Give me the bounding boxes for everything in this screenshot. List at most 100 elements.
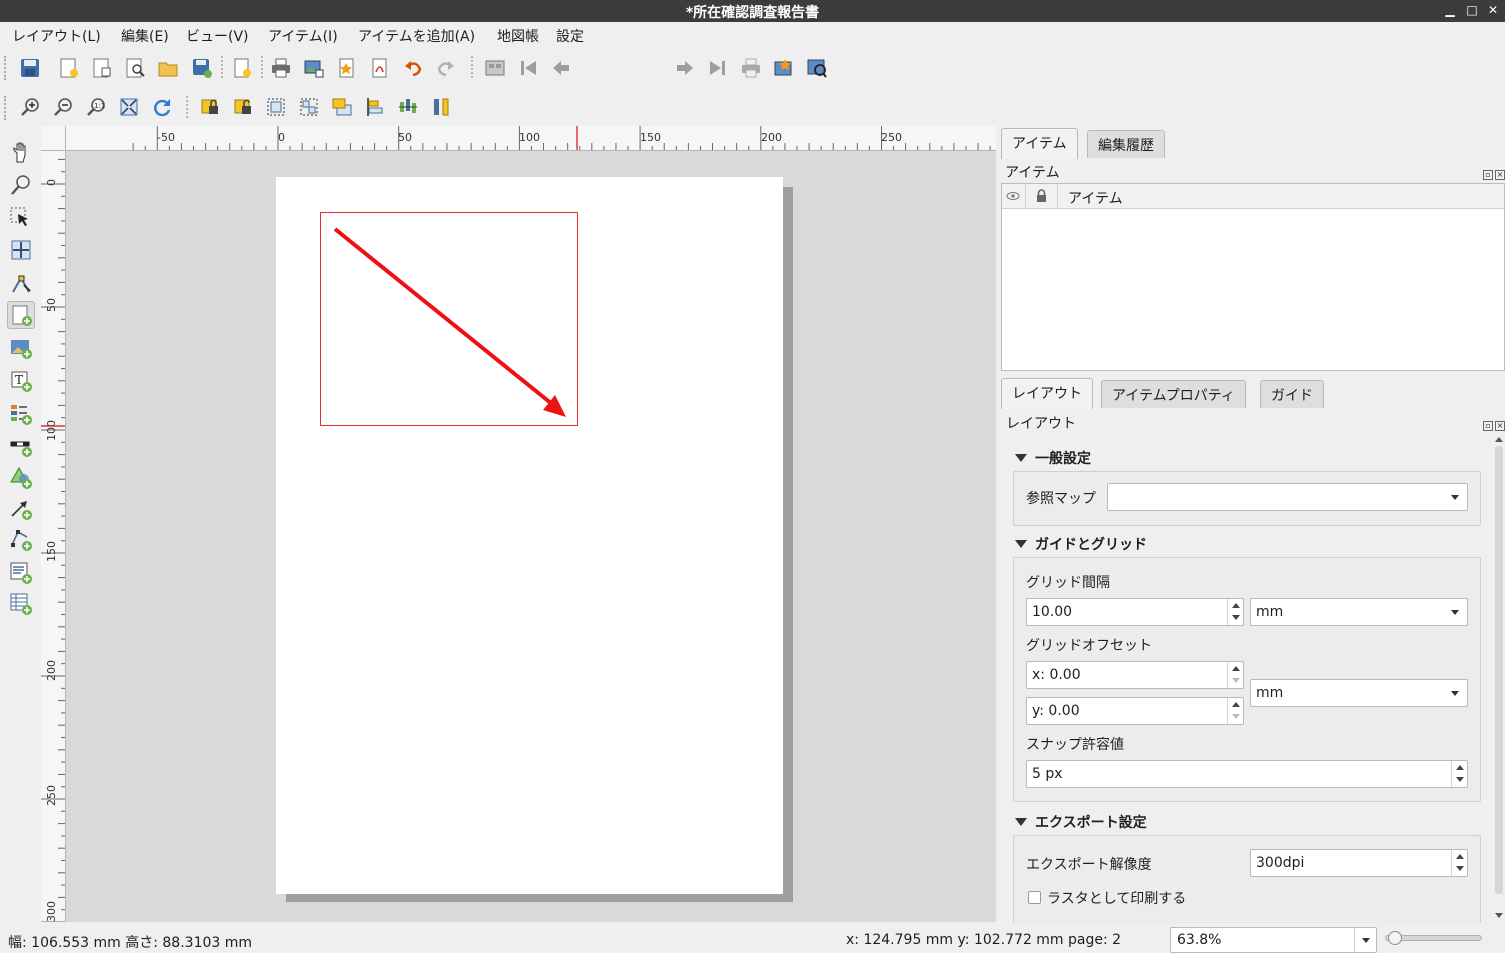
spin-down-icon[interactable] (1456, 777, 1464, 782)
add-page-icon[interactable] (7, 301, 35, 329)
items-tree[interactable]: アイテム (1001, 183, 1505, 371)
grid-offset-unit-combo[interactable]: mm (1250, 679, 1468, 707)
add-legend-icon[interactable] (7, 400, 35, 428)
grid-offset-x-spinner[interactable] (1227, 662, 1243, 688)
float-icon[interactable]: ▫ (1483, 421, 1493, 431)
toolbar-handle[interactable] (4, 56, 8, 80)
export-image-icon[interactable] (301, 55, 327, 81)
spin-up-icon[interactable] (1232, 702, 1240, 707)
undo-icon[interactable] (400, 55, 426, 81)
toolbar-handle[interactable] (4, 96, 8, 120)
grid-offset-y-input[interactable]: y: 0.00 (1026, 697, 1244, 725)
save-template-icon[interactable] (189, 55, 215, 81)
spin-up-icon[interactable] (1456, 854, 1464, 859)
export-settings-header[interactable]: エクスポート設定 (1015, 812, 1147, 832)
spin-down-icon[interactable] (1232, 615, 1240, 620)
zoom-level-combo[interactable]: 63.8% (1170, 927, 1377, 953)
layout-manager-icon[interactable] (122, 55, 148, 81)
zoom-full-icon[interactable] (116, 94, 142, 120)
add-arrow-icon[interactable] (7, 495, 35, 523)
minimize-button[interactable]: ▁ (1443, 3, 1457, 17)
spin-up-icon[interactable] (1232, 603, 1240, 608)
add-label-icon[interactable]: T (7, 367, 35, 395)
open-template-icon[interactable] (155, 55, 181, 81)
ungroup-items-icon[interactable] (296, 94, 322, 120)
grid-spacing-input[interactable]: 10.00 (1026, 598, 1244, 626)
grid-spacing-spinner[interactable] (1227, 599, 1243, 625)
spin-down-icon[interactable] (1456, 866, 1464, 871)
export-resolution-input[interactable]: 300dpi (1250, 849, 1468, 877)
print-icon[interactable] (268, 55, 294, 81)
duplicate-layout-icon[interactable] (89, 55, 115, 81)
menu-item[interactable]: アイテム(I) (268, 26, 338, 46)
grid-offset-x-input[interactable]: x: 0.00 (1026, 661, 1244, 689)
add-table-icon[interactable] (7, 590, 35, 618)
scroll-up-icon[interactable] (1493, 434, 1505, 446)
tab-item-properties[interactable]: アイテムプロパティ (1101, 380, 1246, 408)
menu-view[interactable]: ビュー(V) (186, 26, 249, 46)
zoom-in-icon[interactable] (17, 94, 43, 120)
zoom-dropdown-button[interactable] (1354, 928, 1376, 952)
menu-atlas[interactable]: 地図帳 (497, 26, 539, 46)
grid-spacing-unit-combo[interactable]: mm (1250, 598, 1468, 626)
last-feature-icon[interactable] (705, 55, 731, 81)
reference-map-combo[interactable] (1107, 483, 1468, 511)
pan-icon[interactable] (7, 139, 35, 167)
new-layout-icon[interactable] (56, 55, 82, 81)
raise-items-icon[interactable] (329, 94, 355, 120)
select-move-icon[interactable] (7, 204, 35, 232)
group-items-icon[interactable] (263, 94, 289, 120)
snap-tolerance-input[interactable]: 5 px (1026, 760, 1468, 788)
spin-up-icon[interactable] (1456, 765, 1464, 770)
zoom-slider-handle[interactable] (1388, 931, 1402, 945)
layout-panel-scrollbar[interactable] (1493, 432, 1505, 924)
general-settings-header[interactable]: 一般設定 (1015, 448, 1091, 468)
layout-page[interactable] (276, 177, 783, 894)
align-items-icon[interactable] (362, 94, 388, 120)
print-atlas-icon[interactable] (738, 55, 764, 81)
first-feature-icon[interactable] (515, 55, 541, 81)
zoom-tool-icon[interactable] (7, 171, 35, 199)
item-column-header[interactable]: アイテム (1058, 184, 1504, 209)
scrollbar-thumb[interactable] (1495, 446, 1503, 894)
atlas-preview-icon[interactable] (482, 55, 508, 81)
tab-layout[interactable]: レイアウト (1001, 378, 1093, 409)
spin-down-icon[interactable] (1232, 714, 1240, 719)
layout-canvas[interactable] (66, 151, 996, 922)
guides-grid-header[interactable]: ガイドとグリッド (1015, 534, 1147, 554)
grid-offset-y-spinner[interactable] (1227, 698, 1243, 724)
add-shape-icon[interactable] (7, 464, 35, 492)
tab-guides[interactable]: ガイド (1260, 380, 1324, 408)
menu-settings[interactable]: 設定 (556, 26, 584, 46)
distribute-items-icon[interactable] (395, 94, 421, 120)
vertical-ruler[interactable]: 0 50 100 150 200 250 300 (41, 151, 66, 922)
resize-items-icon[interactable] (428, 94, 454, 120)
next-feature-icon[interactable] (672, 55, 698, 81)
previous-feature-icon[interactable] (548, 55, 574, 81)
arrow-line[interactable] (333, 227, 554, 406)
zoom-actual-icon[interactable]: 1:1 (83, 94, 109, 120)
menu-edit[interactable]: 編集(E) (121, 26, 169, 46)
menu-add-item[interactable]: アイテムを追加(A) (358, 26, 475, 46)
spin-up-icon[interactable] (1232, 666, 1240, 671)
maximize-button[interactable]: □ (1465, 3, 1479, 17)
spin-down-icon[interactable] (1232, 678, 1240, 683)
zoom-out-icon[interactable] (50, 94, 76, 120)
print-as-raster-checkbox[interactable] (1028, 891, 1041, 904)
add-node-item-icon[interactable] (7, 526, 35, 554)
float-icon[interactable]: ▫ (1483, 170, 1493, 180)
add-html-icon[interactable] (7, 559, 35, 587)
tab-items[interactable]: アイテム (1001, 128, 1078, 159)
move-content-icon[interactable] (7, 236, 35, 264)
add-picture-icon[interactable] (7, 334, 35, 362)
close-icon[interactable]: × (1495, 421, 1505, 431)
unlock-items-icon[interactable] (230, 94, 256, 120)
visibility-column-header[interactable] (1002, 184, 1026, 209)
edit-nodes-icon[interactable] (7, 270, 35, 298)
export-atlas-icon[interactable] (771, 55, 797, 81)
horizontal-ruler[interactable]: -50 0 50 100 150 200 250 (66, 126, 996, 151)
zoom-slider[interactable] (1385, 931, 1482, 945)
arrow-item[interactable] (276, 177, 783, 894)
export-svg-icon[interactable] (334, 55, 360, 81)
redo-icon[interactable] (433, 55, 459, 81)
